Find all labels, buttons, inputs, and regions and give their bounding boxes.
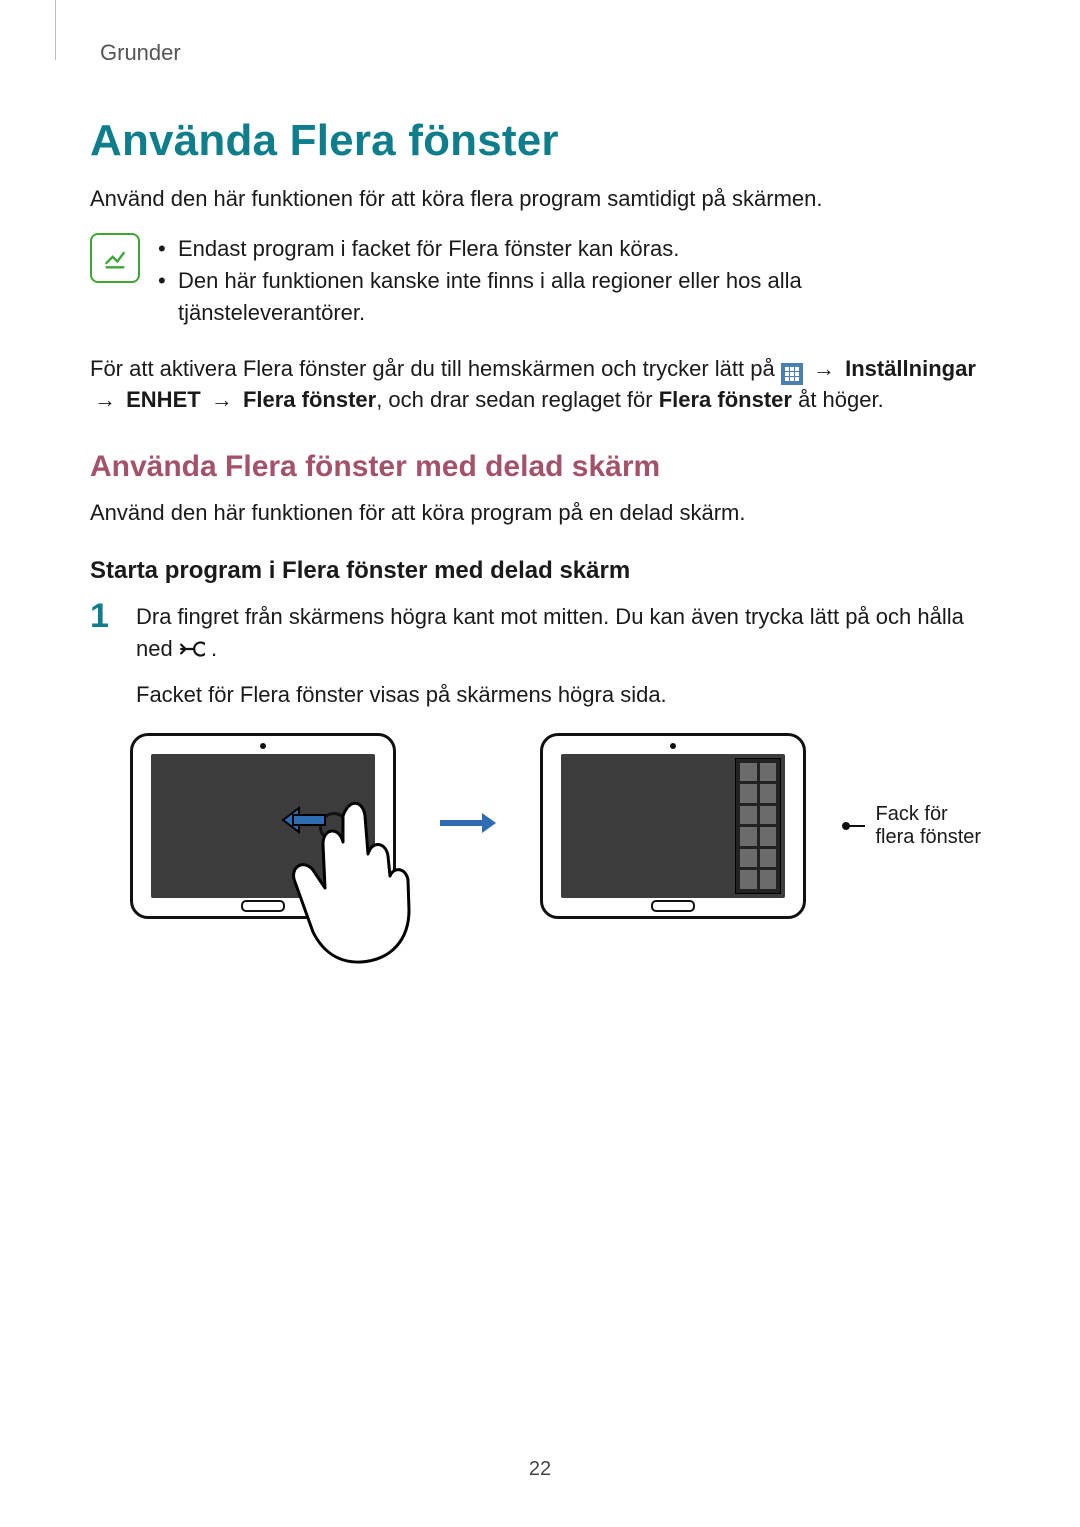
step-body: Dra fingret från skärmens högra kant mot…: [136, 601, 990, 711]
note-list: Endast program i facket för Flera fönste…: [158, 233, 990, 329]
callout-leader-icon: [848, 825, 865, 827]
activate-paragraph: För att aktivera Flera fönster går du ti…: [90, 354, 990, 416]
subsection-heading: Starta program i Flera fönster med delad…: [90, 557, 990, 585]
note-box: Endast program i facket för Flera fönste…: [90, 233, 990, 329]
arrow-icon: →: [90, 385, 120, 416]
page-number: 22: [0, 1458, 1080, 1481]
home-button-icon: [651, 900, 695, 912]
note-icon: [90, 233, 140, 283]
apps-grid-icon: [781, 363, 803, 385]
arrow-icon: →: [207, 385, 237, 416]
figure: Fack för flera fönster: [130, 733, 990, 919]
transition-arrow-icon: [438, 811, 498, 840]
text: , och drar sedan reglaget för: [376, 387, 659, 412]
step-line: Dra fingret från skärmens högra kant mot…: [136, 601, 990, 665]
hand-icon: [273, 786, 423, 966]
note-item: Endast program i facket för Flera fönste…: [158, 233, 990, 265]
callout: Fack för flera fönster: [848, 803, 990, 849]
device-label: ENHET: [126, 387, 201, 412]
document-page: Grunder Använda Flera fönster Använd den…: [0, 0, 1080, 1527]
multiwindow-label: Flera fönster: [243, 387, 376, 412]
intro-paragraph: Använd den här funktionen för att köra f…: [90, 184, 990, 215]
tablet-after: [540, 733, 806, 919]
text: Dra fingret från skärmens högra kant mot…: [136, 604, 964, 661]
tablet-before: [130, 733, 396, 919]
section-intro: Använd den här funktionen för att köra p…: [90, 498, 990, 529]
running-header: Grunder: [100, 40, 990, 66]
step-line: Facket för Flera fönster visas på skärme…: [136, 679, 990, 711]
back-icon: [179, 636, 211, 661]
callout-label: Fack för flera fönster: [875, 803, 990, 849]
margin-rule: [55, 0, 56, 60]
text: .: [211, 636, 217, 661]
settings-label: Inställningar: [845, 356, 976, 381]
camera-icon: [670, 743, 676, 749]
note-item: Den här funktionen kanske inte finns i a…: [158, 265, 990, 329]
arrow-icon: →: [809, 354, 839, 385]
multiwindow-tray-icon: [735, 758, 781, 894]
text: För att aktivera Flera fönster går du ti…: [90, 356, 781, 381]
section-heading: Använda Flera fönster med delad skärm: [90, 450, 990, 484]
camera-icon: [260, 743, 266, 749]
multiwindow-label2: Flera fönster: [659, 387, 792, 412]
step-1: 1 Dra fingret från skärmens högra kant m…: [90, 601, 990, 711]
page-title: Använda Flera fönster: [90, 116, 990, 166]
step-number: 1: [90, 599, 120, 633]
text: åt höger.: [792, 387, 884, 412]
